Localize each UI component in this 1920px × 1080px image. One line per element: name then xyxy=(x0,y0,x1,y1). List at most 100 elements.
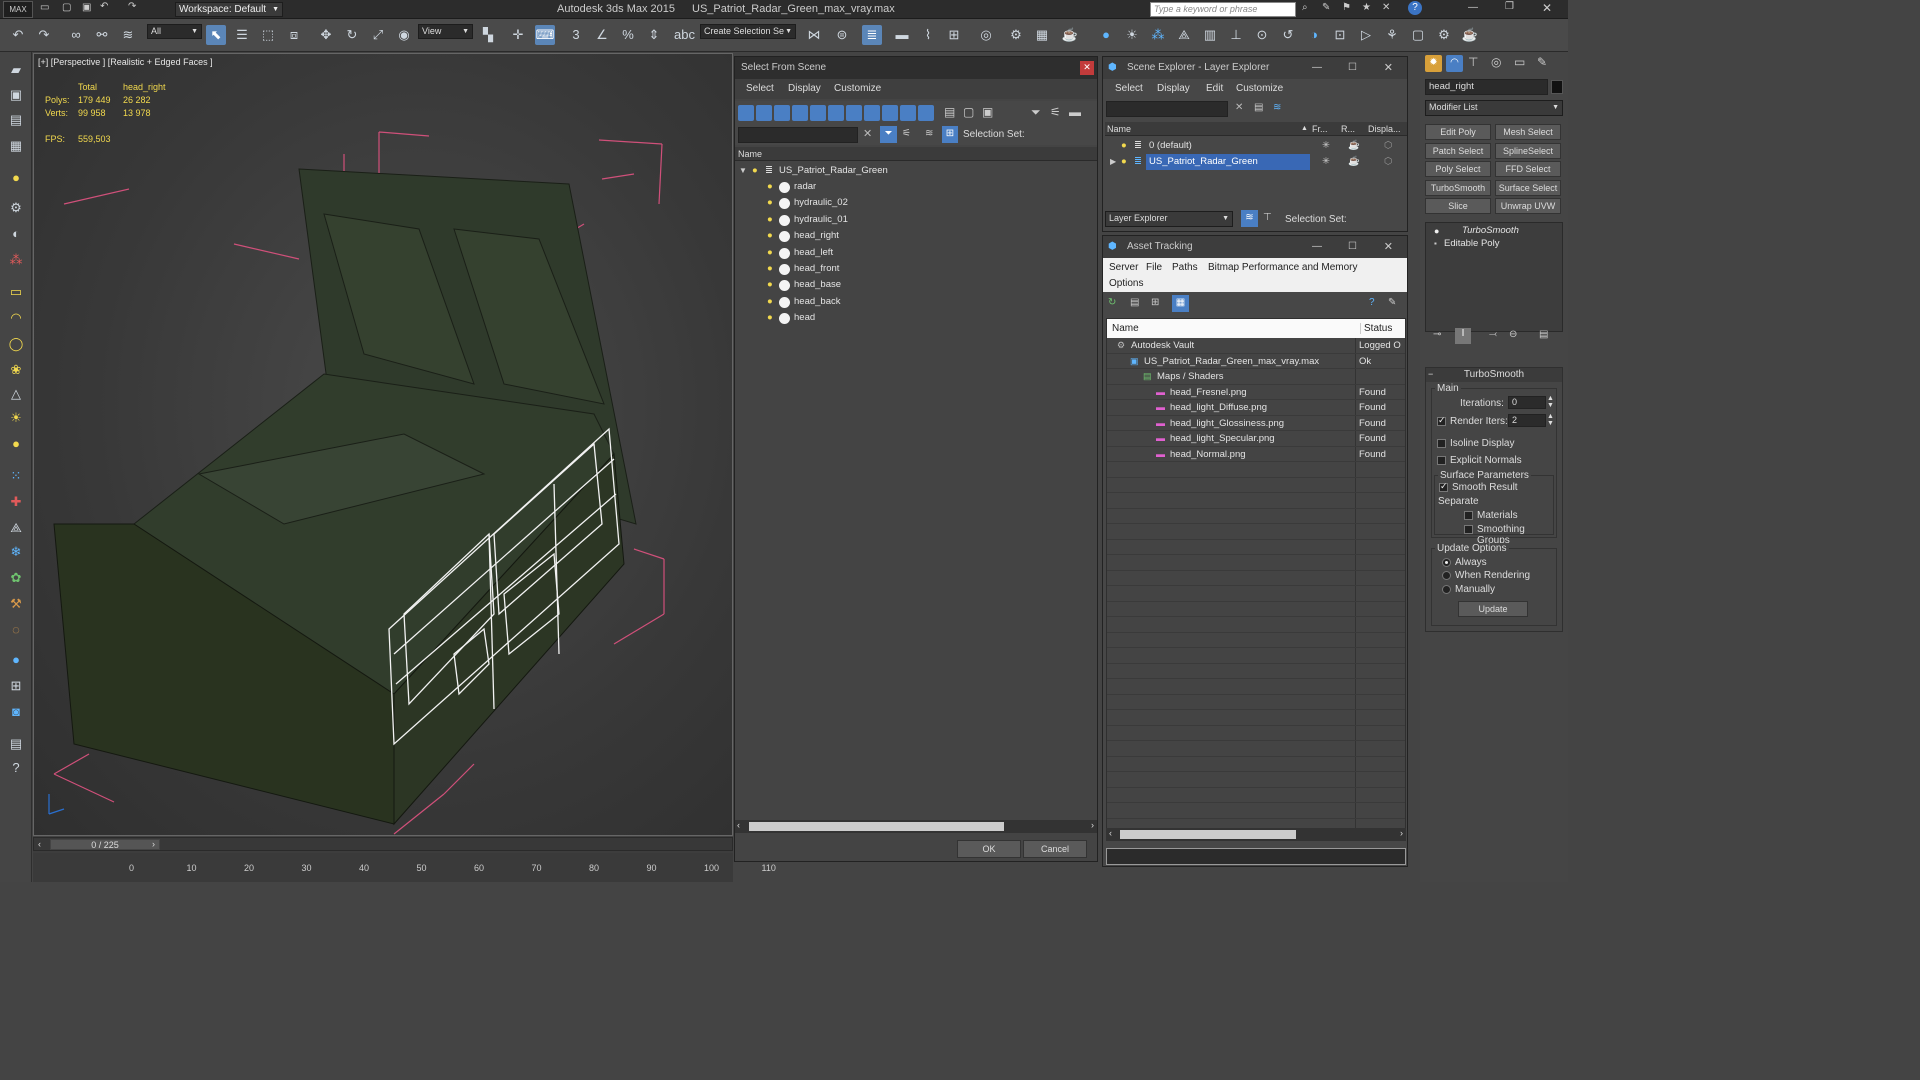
help-icon[interactable]: ? xyxy=(1408,1,1422,15)
modify-tab-icon[interactable]: ◠ xyxy=(1446,55,1463,72)
select-from-scene-titlebar[interactable]: Select From Scene ✕ xyxy=(735,57,1097,79)
bind-space-warp-icon[interactable]: ≋ xyxy=(118,25,138,45)
display-geometry-icon[interactable] xyxy=(738,105,754,121)
named-selection-dropdown[interactable]: Create Selection Se ▼ xyxy=(700,24,796,39)
time-slider[interactable]: ‹ 0 / 225 › xyxy=(33,837,733,851)
layer-freeze-column[interactable]: Fr... xyxy=(1312,122,1328,136)
menu-select[interactable]: Select xyxy=(746,83,774,94)
menu-customize[interactable]: Customize xyxy=(1236,83,1283,94)
hierarchy-icon[interactable]: ⊞ xyxy=(942,126,958,143)
display-box-icon[interactable]: ⬡ xyxy=(1384,138,1392,154)
modifier-button[interactable]: Patch Select xyxy=(1425,142,1491,159)
time-slider-next-icon[interactable]: › xyxy=(152,839,155,849)
stack-item-editable-poly[interactable]: ▪ Editable Poly xyxy=(1426,236,1562,252)
rotate-icon[interactable]: ↻ xyxy=(342,25,362,45)
vray-toolbar-icon-15[interactable]: ● xyxy=(6,434,26,454)
time-slider-prev-icon[interactable]: ‹ xyxy=(38,839,41,849)
keyboard-shortcut-override-icon[interactable]: ⌨ xyxy=(535,25,555,45)
make-unique-icon[interactable]: ⤙ xyxy=(1489,329,1497,340)
filter-active-icon[interactable]: ⏷ xyxy=(880,126,897,143)
light-bulb-icon[interactable]: ● xyxy=(767,261,773,277)
configure-filter-icon[interactable]: ⚟ xyxy=(1050,105,1061,119)
light-bulb-icon[interactable]: ● xyxy=(1121,138,1127,154)
asset-name-header[interactable]: Name xyxy=(1112,323,1139,334)
sort-arrow-icon[interactable]: ▲ xyxy=(1301,122,1308,136)
angle-snap-icon[interactable]: ∠ xyxy=(592,25,612,45)
menu-select[interactable]: Select xyxy=(1115,83,1143,94)
vray-sphere-icon[interactable]: ⊥ xyxy=(1226,25,1246,45)
hierarchy-toggle-icon[interactable]: ⊤ xyxy=(1263,212,1272,223)
display-frozen-icon[interactable] xyxy=(918,105,934,121)
configure-sets-icon[interactable]: ▤ xyxy=(1539,329,1548,340)
material-editor-icon[interactable]: ◎ xyxy=(976,25,996,45)
always-radio[interactable] xyxy=(1442,558,1451,567)
light-bulb-icon[interactable]: ● xyxy=(767,212,773,228)
horizontal-scrollbar[interactable]: ‹ › xyxy=(735,820,1097,833)
create-layer-icon[interactable]: ▤ xyxy=(1254,102,1263,113)
display-spacewarps-icon[interactable] xyxy=(828,105,844,121)
new-file-icon[interactable]: ▭ xyxy=(40,2,49,13)
close-icon[interactable]: ✕ xyxy=(1384,236,1393,258)
edit-named-selection-icon[interactable]: abc xyxy=(674,25,695,45)
menu-file[interactable]: File xyxy=(1146,262,1162,273)
modifier-button[interactable]: Mesh Select xyxy=(1495,124,1561,140)
vray-toolbar-icon-21[interactable]: ⚒ xyxy=(6,594,26,614)
vray-bake-icon[interactable]: ⚘ xyxy=(1382,25,1402,45)
collapse-box-icon[interactable]: ▪ xyxy=(1434,236,1437,252)
explicit-normals-checkbox[interactable] xyxy=(1437,456,1446,465)
display-invert-icon[interactable]: ▣ xyxy=(982,105,993,119)
scene-object-row[interactable]: ● head_back xyxy=(735,294,1097,310)
asset-horizontal-scrollbar[interactable]: ‹ › xyxy=(1106,828,1406,841)
reference-coordinate-dropdown[interactable]: View ▼ xyxy=(418,24,473,39)
light-bulb-icon[interactable]: ● xyxy=(767,228,773,244)
filter-icon[interactable]: ⏷ xyxy=(1031,105,1041,120)
display-xrefs-icon[interactable] xyxy=(864,105,880,121)
vray-toolbar-icon-26[interactable]: ▤ xyxy=(6,734,26,754)
vray-toolbar-icon-18[interactable]: ⟁ xyxy=(6,518,26,538)
spinner-snap-icon[interactable]: ⇕ xyxy=(644,25,664,45)
ok-button[interactable]: OK xyxy=(957,840,1021,858)
display-groups-icon[interactable] xyxy=(846,105,862,121)
clear-find-icon[interactable]: ✕ xyxy=(863,127,872,140)
redo-icon[interactable]: ↷ xyxy=(128,1,136,12)
maximize-icon[interactable]: ☐ xyxy=(1348,236,1357,258)
vray-render-icon[interactable]: ▷ xyxy=(1356,25,1376,45)
rectangular-region-icon[interactable]: ⬚ xyxy=(258,25,278,45)
vray-sun-icon[interactable]: ☀ xyxy=(1122,25,1142,45)
vray-toolbar-icon-6[interactable]: ⚙ xyxy=(6,198,26,218)
menu-customize[interactable]: Customize xyxy=(834,83,881,94)
collapse-rollout-icon[interactable]: − xyxy=(1428,369,1433,379)
vray-teapot-icon[interactable]: ☕ xyxy=(1460,25,1480,45)
scroll-right-icon[interactable]: › xyxy=(1091,820,1094,830)
layers-icon[interactable]: ≋ xyxy=(925,128,933,139)
scene-object-row[interactable]: ● hydraulic_01 xyxy=(735,212,1097,228)
light-bulb-icon[interactable]: ● xyxy=(767,310,773,326)
show-end-result-icon[interactable]: I xyxy=(1455,328,1471,344)
utilities-tab-icon[interactable]: ✎ xyxy=(1537,55,1547,69)
vray-toolbar-icon-23[interactable]: ● xyxy=(6,650,26,670)
display-bones-icon[interactable] xyxy=(882,105,898,121)
menu-display[interactable]: Display xyxy=(788,83,821,94)
scale-icon[interactable]: ⤢ xyxy=(368,25,388,45)
pin-stack-icon[interactable]: ⊸ xyxy=(1433,329,1441,340)
asset-row[interactable]: ▤ Maps / Shaders xyxy=(1107,369,1405,384)
vray-frame-icon[interactable]: ▢ xyxy=(1408,25,1428,45)
move-icon[interactable]: ✥ xyxy=(316,25,336,45)
freeze-snowflake-icon[interactable]: ✳ xyxy=(1322,138,1330,154)
vray-toolbar-icon-1[interactable]: ▰ xyxy=(6,60,26,80)
asset-tracking-titlebar[interactable]: ⬢ Asset Tracking — ☐ ✕ xyxy=(1103,236,1407,258)
scene-object-row[interactable]: ● head_left xyxy=(735,245,1097,261)
render-iters-spinner[interactable]: 2 xyxy=(1508,414,1546,427)
scroll-thumb[interactable] xyxy=(749,822,1004,831)
scroll-thumb[interactable] xyxy=(1120,830,1296,839)
freeze-snowflake-icon[interactable]: ✳ xyxy=(1322,154,1330,170)
vray-sun-icon[interactable]: ☀ xyxy=(6,408,26,428)
spinner-arrows-icon[interactable]: ▲ ▼ xyxy=(1547,395,1554,409)
iterations-spinner[interactable]: 0 xyxy=(1508,396,1546,409)
link-icon[interactable]: ∞ xyxy=(66,25,86,45)
display-containers-icon[interactable] xyxy=(900,105,916,121)
highlight-icon[interactable]: ✎ xyxy=(1388,297,1396,308)
asset-row[interactable]: ▬ head_light_Specular.png Found xyxy=(1107,431,1405,446)
modifier-button[interactable]: Poly Select xyxy=(1425,161,1491,178)
select-object-icon[interactable]: ⬉ xyxy=(206,25,226,45)
